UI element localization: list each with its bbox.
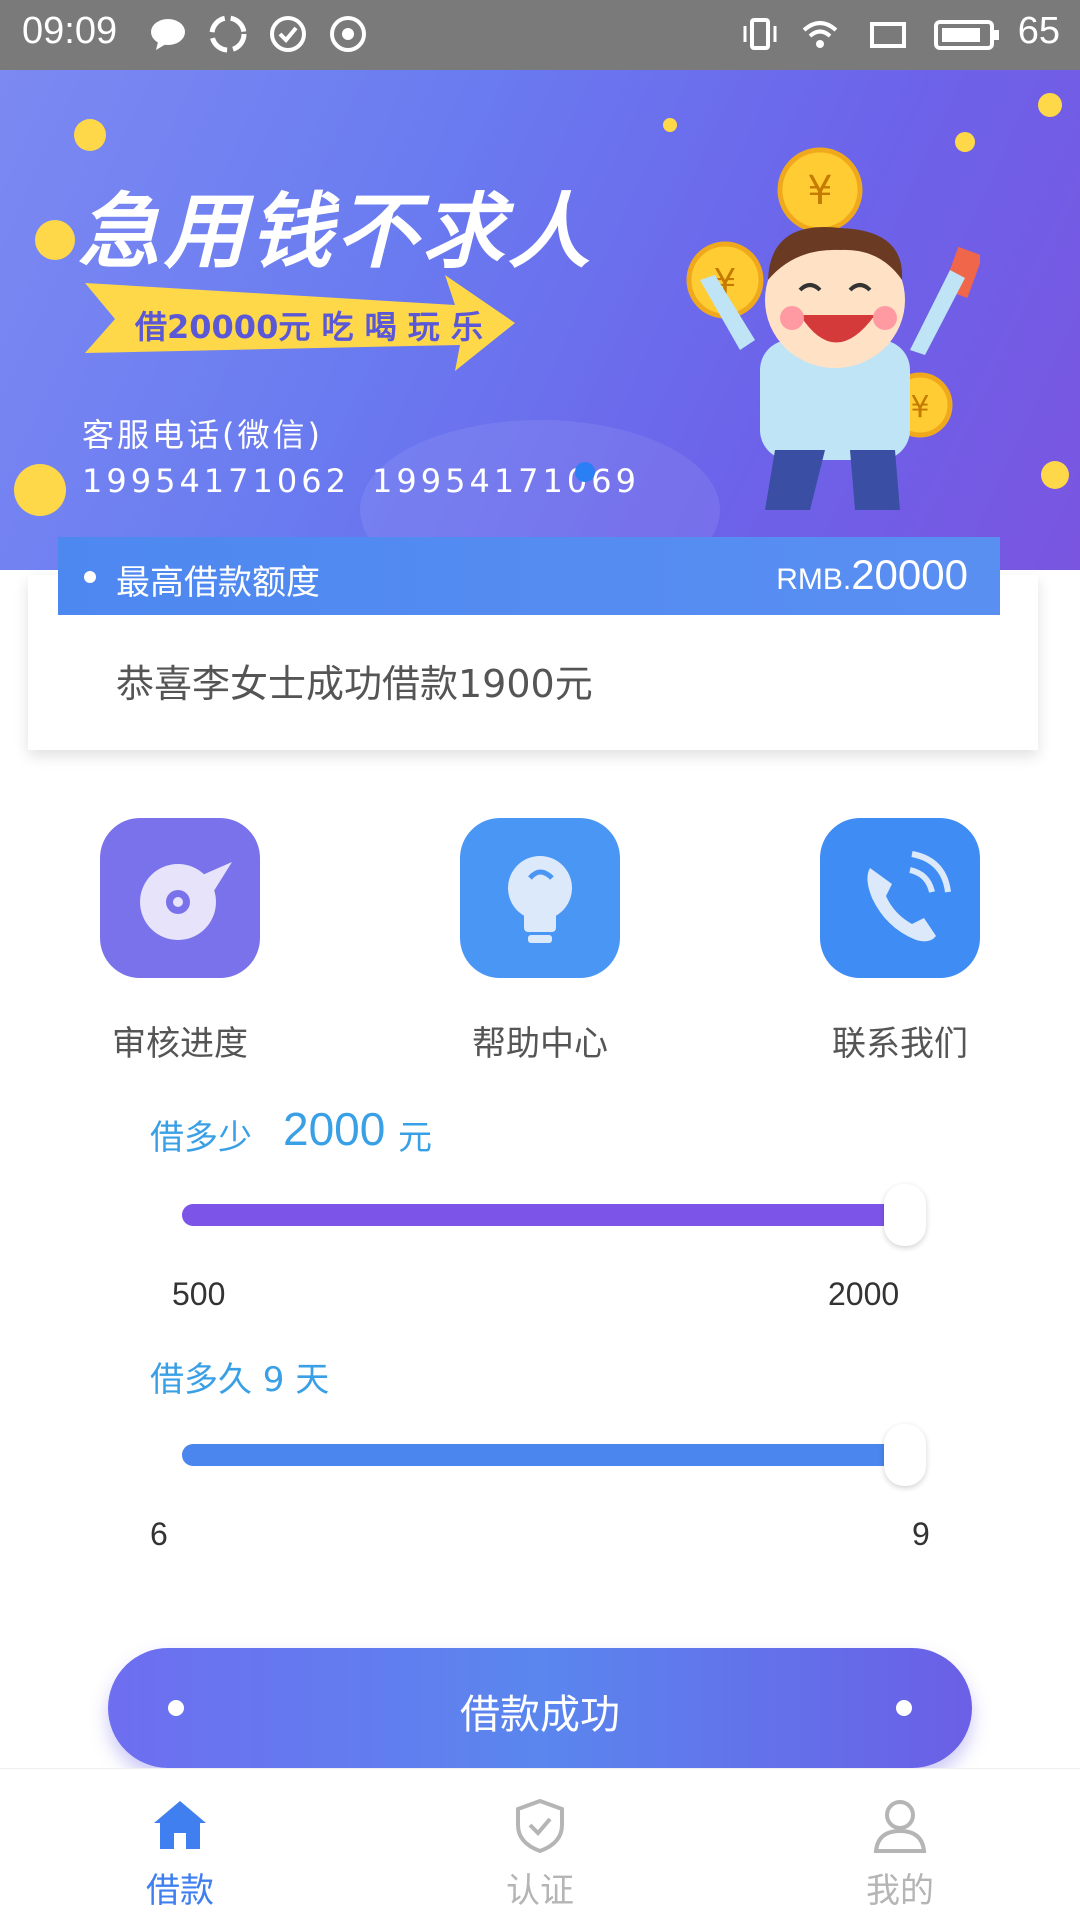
- review-progress-button[interactable]: 审核进度: [80, 818, 280, 1065]
- screen-icon: [870, 22, 906, 48]
- dial-icon: [140, 862, 232, 940]
- bottom-nav: 借款 认证 我的: [0, 1768, 1080, 1921]
- nav-verify-label: 认证: [506, 1871, 574, 1911]
- svg-text:¥: ¥: [910, 390, 929, 425]
- wifi-icon: [802, 21, 838, 48]
- currency-prefix: RMB.: [776, 563, 852, 596]
- loan-amount-slider-fill: [182, 1204, 902, 1226]
- loan-term-max: 9: [912, 1516, 930, 1552]
- loan-amount-min: 500: [172, 1276, 226, 1312]
- svg-text:¥: ¥: [807, 168, 832, 214]
- contact-us-label: 联系我们: [832, 1024, 968, 1064]
- help-center-label: 帮助中心: [472, 1024, 608, 1064]
- battery-icon: [934, 20, 999, 50]
- nav-item-verify[interactable]: 认证: [360, 1769, 720, 1921]
- nav-loan-label: 借款: [146, 1871, 214, 1911]
- loan-amount-unit: 元: [398, 1118, 432, 1158]
- banner-arrow-text: 借20000元 吃 喝 玩 乐: [135, 308, 483, 346]
- nav-item-loan[interactable]: 借款: [0, 1769, 360, 1921]
- carousel-dot: [575, 462, 595, 482]
- help-center-tile[interactable]: [460, 818, 620, 978]
- check-circle-icon: [270, 16, 306, 52]
- loan-term-slider-handle[interactable]: [884, 1424, 926, 1486]
- loan-notice: 恭喜李女士成功借款1900元: [116, 662, 593, 706]
- max-loan-bar: 最高借款额度 RMB.20000: [58, 537, 1000, 615]
- loan-amount-value: 2000: [283, 1103, 386, 1155]
- promo-banner[interactable]: 急用钱不求人 借20000元 吃 喝 玩 乐 客服电话(微信) 19954171…: [0, 70, 1080, 570]
- max-loan-amount: RMB.20000: [776, 551, 968, 599]
- cartoon-boy-illustration: ¥ ¥ ¥: [686, 147, 980, 510]
- status-time: 09:09: [22, 10, 118, 52]
- review-progress-label: 审核进度: [112, 1024, 248, 1064]
- home-icon: [154, 1801, 206, 1849]
- max-loan-label: 最高借款额度: [116, 563, 320, 603]
- phone-icon: [867, 851, 951, 942]
- max-loan-value: 20000: [851, 551, 968, 598]
- loan-term-slider-fill: [182, 1444, 902, 1466]
- customer-service-label: 客服电话(微信): [82, 416, 323, 454]
- loan-amount-label: 借多少: [150, 1118, 252, 1158]
- loan-term-label: 借多久 9 天: [150, 1360, 330, 1400]
- sync-icon: [330, 16, 366, 52]
- status-bar: 09:09 65: [0, 0, 1080, 70]
- submit-loan-button[interactable]: 借款成功: [108, 1648, 972, 1768]
- phone-number-2: 19954171069: [372, 462, 640, 500]
- button-dot-right: [896, 1700, 912, 1716]
- vibrate-icon: [743, 18, 777, 50]
- nav-item-mine[interactable]: 我的: [720, 1769, 1080, 1921]
- lightbulb-icon: [508, 856, 572, 943]
- banner-headline: 急用钱不求人: [78, 185, 594, 280]
- review-progress-tile[interactable]: [100, 818, 260, 978]
- phone-number-1: 19954171062: [82, 462, 350, 500]
- contact-us-button[interactable]: 联系我们: [800, 818, 1000, 1065]
- help-center-button[interactable]: 帮助中心: [440, 818, 640, 1065]
- shield-icon: [516, 1798, 564, 1854]
- contact-us-tile[interactable]: [820, 818, 980, 978]
- app-icon: [209, 15, 247, 53]
- bullet-dot: [84, 571, 96, 583]
- loan-term-slider[interactable]: [182, 1444, 902, 1466]
- submit-loan-label: 借款成功: [460, 1692, 620, 1738]
- chat-icon: [151, 19, 185, 50]
- loan-amount-slider[interactable]: [182, 1204, 902, 1226]
- loan-amount-slider-handle[interactable]: [884, 1184, 926, 1246]
- loan-amount-max: 2000: [828, 1276, 900, 1312]
- user-icon: [873, 1800, 927, 1853]
- loan-term-min: 6: [150, 1516, 168, 1552]
- battery-level: 65: [1017, 10, 1060, 52]
- nav-mine-label: 我的: [866, 1871, 934, 1911]
